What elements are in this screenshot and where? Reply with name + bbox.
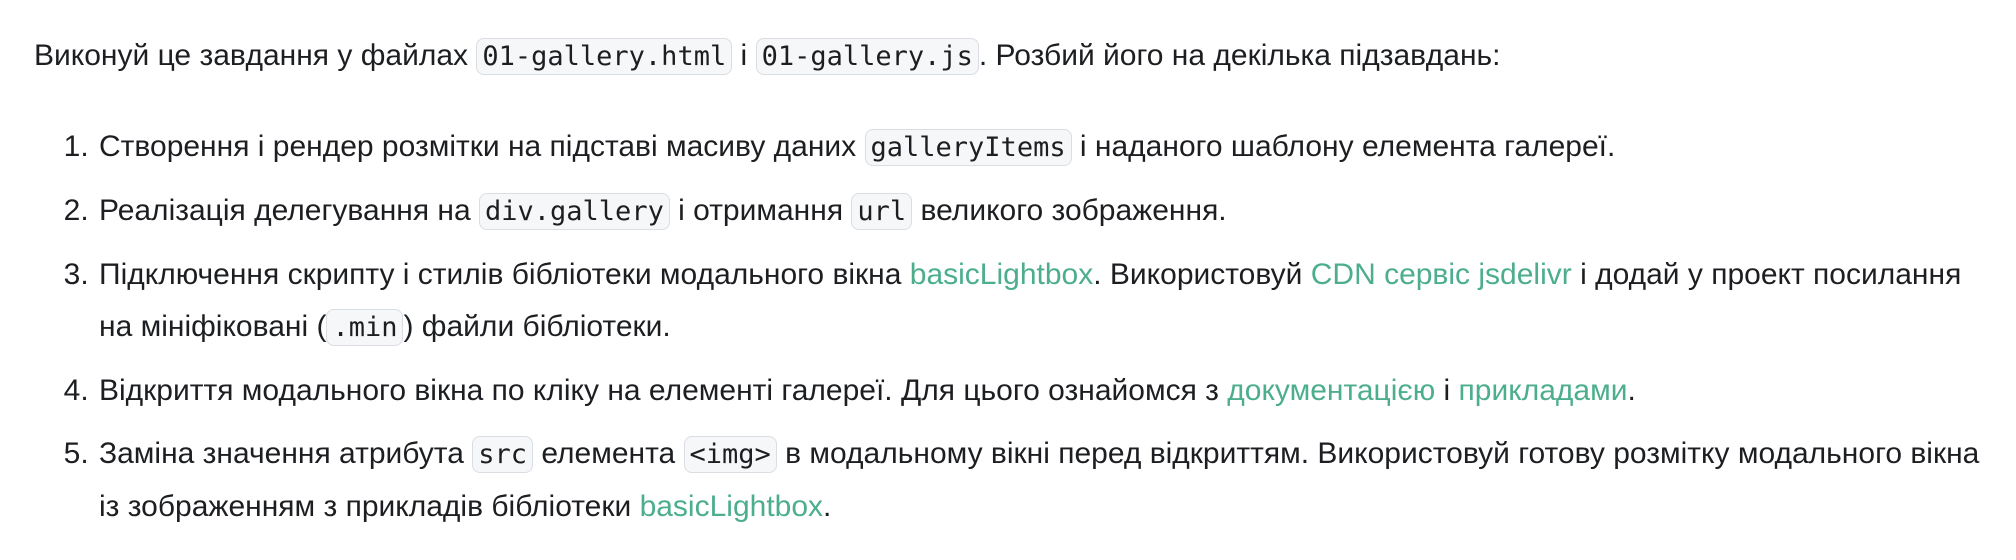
inline-code-src: src xyxy=(472,436,533,473)
document-content: Виконуй це завдання у файлах 01-gallery.… xyxy=(34,30,1994,544)
inline-code-file-html: 01-gallery.html xyxy=(476,38,733,75)
step-text: Створення і рендер розмітки на підставі … xyxy=(99,130,865,163)
inline-code-div-gallery: div.gallery xyxy=(479,193,670,230)
inline-code-gallery-items: galleryItems xyxy=(864,129,1072,166)
inline-code-url: url xyxy=(851,193,913,230)
step-text: Відкриття модального вікна по кліку на е… xyxy=(99,374,1228,407)
intro-text: і xyxy=(732,39,756,72)
step-text: Реалізація делегування на xyxy=(99,194,480,227)
step-text: і отримання xyxy=(669,194,852,227)
step-item-2: Реалізація делегування на div.gallery і … xyxy=(97,185,1994,238)
intro-text: Виконуй це завдання у файлах xyxy=(34,39,477,72)
step-text: . Використовуй xyxy=(1093,258,1311,291)
step-text: Підключення скрипту і стилів бібліотеки … xyxy=(99,258,910,291)
step-text: . xyxy=(823,490,832,523)
link-basiclightbox[interactable]: basicLightbox xyxy=(910,258,1093,291)
step-item-5: Заміна значення атрибута src елемента <i… xyxy=(97,428,1994,533)
link-cdn-jsdelivr[interactable]: CDN сервіс jsdelivr xyxy=(1311,258,1572,291)
step-text: Заміна значення атрибута xyxy=(99,437,473,470)
link-examples[interactable]: прикладами xyxy=(1459,374,1628,407)
step-text: і наданого шаблону елемента галереї. xyxy=(1071,130,1616,163)
inline-code-img-tag: <img> xyxy=(683,436,777,473)
step-text: і xyxy=(1435,374,1459,407)
step-item-4: Відкриття модального вікна по кліку на е… xyxy=(97,365,1994,417)
inline-code-min: .min xyxy=(326,309,404,346)
step-item-1: Створення і рендер розмітки на підставі … xyxy=(97,121,1994,174)
step-text: ) файли бібліотеки. xyxy=(403,310,671,343)
link-documentation[interactable]: документацією xyxy=(1227,374,1435,407)
steps-list: Створення і рендер розмітки на підставі … xyxy=(34,121,1994,533)
inline-code-file-js: 01-gallery.js xyxy=(755,38,979,75)
intro-text: . Розбий його на декілька підзавдань: xyxy=(978,39,1501,72)
step-text: великого зображення. xyxy=(912,194,1227,227)
intro-paragraph: Виконуй це завдання у файлах 01-gallery.… xyxy=(34,30,1994,83)
step-text: елемента xyxy=(533,437,684,470)
step-item-3: Підключення скрипту і стилів бібліотеки … xyxy=(97,249,1994,354)
step-text: . xyxy=(1627,374,1636,407)
link-basiclightbox-examples[interactable]: basicLightbox xyxy=(640,490,823,523)
